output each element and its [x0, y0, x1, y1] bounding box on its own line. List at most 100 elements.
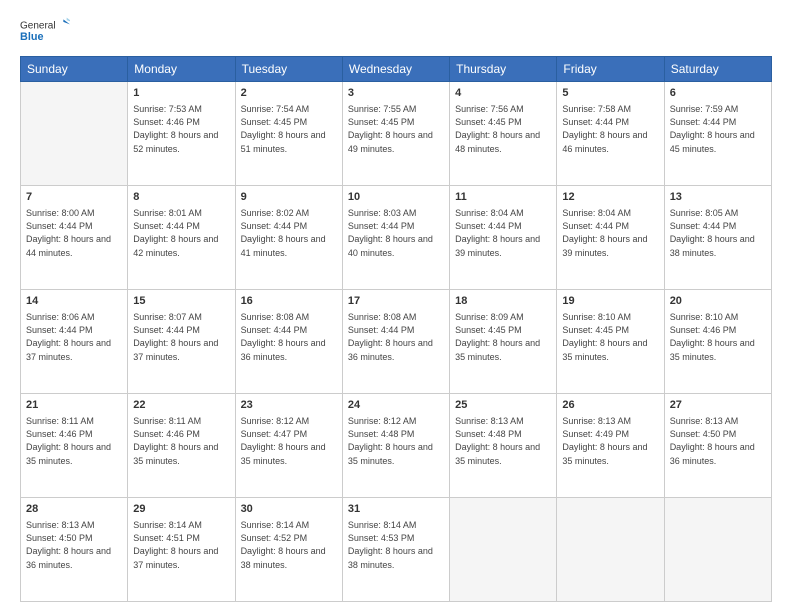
- day-info-3: Sunrise: 7:55 AMSunset: 4:45 PMDaylight:…: [348, 103, 444, 155]
- day-info-28: Sunrise: 8:13 AMSunset: 4:50 PMDaylight:…: [26, 519, 122, 571]
- day-info-6: Sunrise: 7:59 AMSunset: 4:44 PMDaylight:…: [670, 103, 766, 155]
- header-friday: Friday: [557, 57, 664, 82]
- day-info-27: Sunrise: 8:13 AMSunset: 4:50 PMDaylight:…: [670, 415, 766, 467]
- day-number-21: 21: [26, 398, 122, 413]
- calendar-cell-3-0: 21 Sunrise: 8:11 AMSunset: 4:46 PMDayligh…: [21, 394, 128, 498]
- calendar-cell-4-6: [664, 498, 771, 602]
- calendar-cell-3-3: 24 Sunrise: 8:12 AMSunset: 4:48 PMDayligh…: [342, 394, 449, 498]
- calendar-cell-4-3: 31 Sunrise: 8:14 AMSunset: 4:53 PMDayligh…: [342, 498, 449, 602]
- day-number-31: 31: [348, 502, 444, 517]
- day-info-7: Sunrise: 8:00 AMSunset: 4:44 PMDaylight:…: [26, 207, 122, 259]
- day-info-26: Sunrise: 8:13 AMSunset: 4:49 PMDaylight:…: [562, 415, 658, 467]
- day-number-1: 1: [133, 86, 229, 101]
- week-row-3: 21 Sunrise: 8:11 AMSunset: 4:46 PMDayligh…: [21, 394, 772, 498]
- day-info-5: Sunrise: 7:58 AMSunset: 4:44 PMDaylight:…: [562, 103, 658, 155]
- header: General Blue: [20, 16, 772, 46]
- calendar-cell-0-6: 6 Sunrise: 7:59 AMSunset: 4:44 PMDaylight…: [664, 82, 771, 186]
- calendar-cell-3-6: 27 Sunrise: 8:13 AMSunset: 4:50 PMDayligh…: [664, 394, 771, 498]
- calendar-cell-1-4: 11Sunrise: 8:04 AMSunset: 4:44 PMDayligh…: [450, 186, 557, 290]
- calendar-cell-3-2: 23Sunrise: 8:12 AMSunset: 4:47 PMDayligh…: [235, 394, 342, 498]
- calendar-cell-1-6: 13 Sunrise: 8:05 AMSunset: 4:44 PMDayligh…: [664, 186, 771, 290]
- calendar-cell-4-1: 29 Sunrise: 8:14 AMSunset: 4:51 PMDayligh…: [128, 498, 235, 602]
- day-number-29: 29: [133, 502, 229, 517]
- calendar-cell-4-2: 30Sunrise: 8:14 AMSunset: 4:52 PMDayligh…: [235, 498, 342, 602]
- logo: General Blue: [20, 16, 70, 46]
- day-info-12: Sunrise: 8:04 AMSunset: 4:44 PMDaylight:…: [562, 207, 658, 259]
- header-sunday: Sunday: [21, 57, 128, 82]
- svg-text:General: General: [20, 21, 56, 32]
- calendar-cell-0-2: 2 Sunrise: 7:54 AMSunset: 4:45 PMDaylight…: [235, 82, 342, 186]
- day-info-1: Sunrise: 7:53 AMSunset: 4:46 PMDaylight:…: [133, 103, 229, 155]
- calendar-cell-0-5: 5Sunrise: 7:58 AMSunset: 4:44 PMDaylight…: [557, 82, 664, 186]
- calendar-cell-3-1: 22 Sunrise: 8:11 AMSunset: 4:46 PMDayligh…: [128, 394, 235, 498]
- calendar-cell-2-1: 15Sunrise: 8:07 AMSunset: 4:44 PMDayligh…: [128, 290, 235, 394]
- page: General Blue SundayMondayTuesdayWednesda…: [0, 0, 792, 612]
- calendar-cell-1-3: 10Sunrise: 8:03 AMSunset: 4:44 PMDayligh…: [342, 186, 449, 290]
- day-info-2: Sunrise: 7:54 AMSunset: 4:45 PMDaylight:…: [241, 103, 337, 155]
- calendar-cell-4-0: 28 Sunrise: 8:13 AMSunset: 4:50 PMDayligh…: [21, 498, 128, 602]
- calendar-cell-2-6: 20 Sunrise: 8:10 AMSunset: 4:46 PMDayligh…: [664, 290, 771, 394]
- calendar-cell-2-5: 19 Sunrise: 8:10 AMSunset: 4:45 PMDayligh…: [557, 290, 664, 394]
- header-saturday: Saturday: [664, 57, 771, 82]
- calendar-cell-1-5: 12 Sunrise: 8:04 AMSunset: 4:44 PMDayligh…: [557, 186, 664, 290]
- day-number-2: 2: [241, 86, 337, 101]
- day-number-6: 6: [670, 86, 766, 101]
- calendar-cell-1-1: 8Sunrise: 8:01 AMSunset: 4:44 PMDaylight…: [128, 186, 235, 290]
- day-info-21: Sunrise: 8:11 AMSunset: 4:46 PMDaylight:…: [26, 415, 122, 467]
- week-row-2: 14Sunrise: 8:06 AMSunset: 4:44 PMDayligh…: [21, 290, 772, 394]
- calendar-cell-1-2: 9 Sunrise: 8:02 AMSunset: 4:44 PMDaylight…: [235, 186, 342, 290]
- day-info-9: Sunrise: 8:02 AMSunset: 4:44 PMDaylight:…: [241, 207, 337, 259]
- day-number-13: 13: [670, 190, 766, 205]
- day-number-24: 24: [348, 398, 444, 413]
- day-number-16: 16: [241, 294, 337, 309]
- logo-svg: General Blue: [20, 16, 70, 46]
- day-info-20: Sunrise: 8:10 AMSunset: 4:46 PMDaylight:…: [670, 311, 766, 363]
- day-number-27: 27: [670, 398, 766, 413]
- header-wednesday: Wednesday: [342, 57, 449, 82]
- day-info-22: Sunrise: 8:11 AMSunset: 4:46 PMDaylight:…: [133, 415, 229, 467]
- day-number-3: 3: [348, 86, 444, 101]
- day-number-10: 10: [348, 190, 444, 205]
- day-number-7: 7: [26, 190, 122, 205]
- day-info-31: Sunrise: 8:14 AMSunset: 4:53 PMDaylight:…: [348, 519, 444, 571]
- calendar-cell-2-4: 18Sunrise: 8:09 AMSunset: 4:45 PMDayligh…: [450, 290, 557, 394]
- header-thursday: Thursday: [450, 57, 557, 82]
- day-info-17: Sunrise: 8:08 AMSunset: 4:44 PMDaylight:…: [348, 311, 444, 363]
- day-info-16: Sunrise: 8:08 AMSunset: 4:44 PMDaylight:…: [241, 311, 337, 363]
- calendar-cell-3-4: 25 Sunrise: 8:13 AMSunset: 4:48 PMDayligh…: [450, 394, 557, 498]
- day-info-24: Sunrise: 8:12 AMSunset: 4:48 PMDaylight:…: [348, 415, 444, 467]
- day-info-4: Sunrise: 7:56 AMSunset: 4:45 PMDaylight:…: [455, 103, 551, 155]
- calendar-cell-1-0: 7 Sunrise: 8:00 AMSunset: 4:44 PMDaylight…: [21, 186, 128, 290]
- calendar-cell-0-4: 4 Sunrise: 7:56 AMSunset: 4:45 PMDaylight…: [450, 82, 557, 186]
- day-number-23: 23: [241, 398, 337, 413]
- day-info-30: Sunrise: 8:14 AMSunset: 4:52 PMDaylight:…: [241, 519, 337, 571]
- day-number-28: 28: [26, 502, 122, 517]
- day-info-29: Sunrise: 8:14 AMSunset: 4:51 PMDaylight:…: [133, 519, 229, 571]
- calendar-cell-0-1: 1 Sunrise: 7:53 AMSunset: 4:46 PMDaylight…: [128, 82, 235, 186]
- day-number-14: 14: [26, 294, 122, 309]
- day-info-13: Sunrise: 8:05 AMSunset: 4:44 PMDaylight:…: [670, 207, 766, 259]
- day-number-4: 4: [455, 86, 551, 101]
- calendar-header-row: SundayMondayTuesdayWednesdayThursdayFrid…: [21, 57, 772, 82]
- day-number-9: 9: [241, 190, 337, 205]
- svg-text:Blue: Blue: [20, 31, 43, 43]
- day-number-25: 25: [455, 398, 551, 413]
- day-number-11: 11: [455, 190, 551, 205]
- calendar-cell-4-4: [450, 498, 557, 602]
- day-number-15: 15: [133, 294, 229, 309]
- day-info-25: Sunrise: 8:13 AMSunset: 4:48 PMDaylight:…: [455, 415, 551, 467]
- day-info-19: Sunrise: 8:10 AMSunset: 4:45 PMDaylight:…: [562, 311, 658, 363]
- day-number-12: 12: [562, 190, 658, 205]
- day-number-19: 19: [562, 294, 658, 309]
- calendar-cell-3-5: 26Sunrise: 8:13 AMSunset: 4:49 PMDayligh…: [557, 394, 664, 498]
- week-row-0: 1 Sunrise: 7:53 AMSunset: 4:46 PMDaylight…: [21, 82, 772, 186]
- calendar-table: SundayMondayTuesdayWednesdayThursdayFrid…: [20, 56, 772, 602]
- calendar-cell-4-5: [557, 498, 664, 602]
- day-number-20: 20: [670, 294, 766, 309]
- header-monday: Monday: [128, 57, 235, 82]
- day-number-22: 22: [133, 398, 229, 413]
- calendar-cell-2-0: 14Sunrise: 8:06 AMSunset: 4:44 PMDayligh…: [21, 290, 128, 394]
- day-info-18: Sunrise: 8:09 AMSunset: 4:45 PMDaylight:…: [455, 311, 551, 363]
- week-row-4: 28 Sunrise: 8:13 AMSunset: 4:50 PMDayligh…: [21, 498, 772, 602]
- day-info-8: Sunrise: 8:01 AMSunset: 4:44 PMDaylight:…: [133, 207, 229, 259]
